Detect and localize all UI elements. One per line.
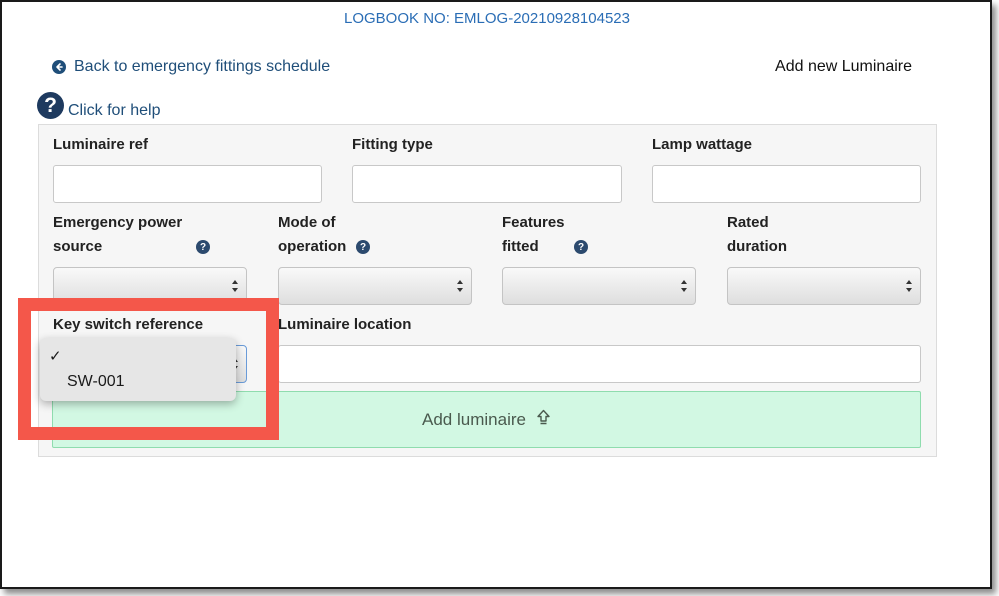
back-link-label: Back to emergency fittings schedule xyxy=(74,58,331,75)
key-switch-dropdown-menu: ✓ SW-001 xyxy=(40,338,236,401)
features-fitted-label-line1: Features xyxy=(502,214,565,231)
mode-of-operation-label-line2: operation xyxy=(278,238,347,255)
dropdown-option-label: SW-001 xyxy=(67,373,125,390)
question-circle-icon[interactable]: ? xyxy=(196,240,210,254)
emergency-power-source-label-line1: Emergency power xyxy=(53,214,183,231)
rated-duration-select[interactable] xyxy=(727,267,921,305)
emergency-power-source-label-line2: source xyxy=(53,238,103,255)
question-circle-icon[interactable]: ? xyxy=(574,240,588,254)
circle-arrow-left-icon xyxy=(52,60,66,74)
luminaire-location-input[interactable] xyxy=(278,345,921,383)
dropdown-option-empty[interactable]: ✓ xyxy=(40,344,236,369)
features-fitted-label-line2: fitted xyxy=(502,238,539,255)
window-frame: LOGBOOK NO: EMLOG-20210928104523 Back to… xyxy=(0,0,992,589)
back-to-schedule-link[interactable]: Back to emergency fittings schedule xyxy=(52,58,330,76)
mode-of-operation-label-line1: Mode of xyxy=(278,214,336,231)
dropdown-option-sw-001[interactable]: SW-001 xyxy=(40,369,236,394)
luminaire-ref-label: Luminaire ref xyxy=(53,136,149,153)
select-arrows-icon xyxy=(680,278,688,294)
question-circle-icon: ? xyxy=(37,92,64,119)
luminaire-location-label: Luminaire location xyxy=(278,316,412,333)
upload-arrow-icon xyxy=(536,409,551,430)
add-luminaire-label: Add luminaire xyxy=(422,409,526,429)
logbook-number: LOGBOOK NO: EMLOG-20210928104523 xyxy=(344,10,630,27)
lamp-wattage-label: Lamp wattage xyxy=(652,136,753,153)
lamp-wattage-input[interactable] xyxy=(652,165,921,203)
select-arrows-icon xyxy=(905,278,913,294)
luminaire-ref-input[interactable] xyxy=(53,165,322,203)
page-title: Add new Luminaire xyxy=(775,58,912,75)
rated-duration-label-line2: duration xyxy=(727,238,787,255)
checkmark-icon: ✓ xyxy=(49,348,62,365)
fitting-type-input[interactable] xyxy=(352,165,622,203)
help-label: Click for help xyxy=(68,102,161,119)
mode-of-operation-select[interactable] xyxy=(278,267,472,305)
fitting-type-label: Fitting type xyxy=(352,136,433,153)
select-arrows-icon xyxy=(231,278,239,294)
help-link[interactable]: ? Click for help xyxy=(37,92,160,119)
select-arrows-icon xyxy=(456,278,464,294)
question-circle-icon[interactable]: ? xyxy=(356,240,370,254)
rated-duration-label-line1: Rated xyxy=(727,214,769,231)
features-fitted-select[interactable] xyxy=(502,267,696,305)
